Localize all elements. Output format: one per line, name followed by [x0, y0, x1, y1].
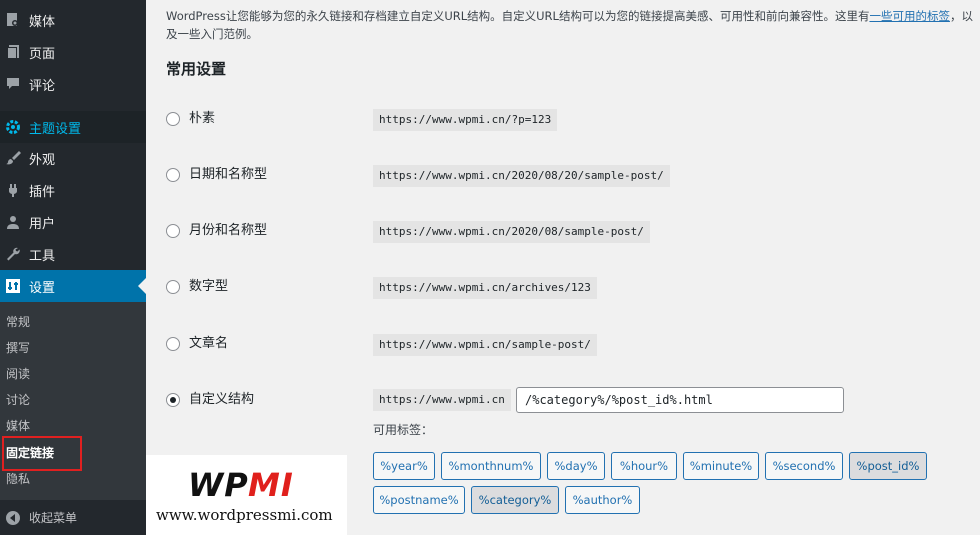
radio-post-name[interactable] [166, 337, 180, 351]
submenu-item-discussion[interactable]: 讨论 [6, 390, 30, 410]
tag-button-day[interactable]: %day% [547, 452, 605, 480]
wrench-icon [4, 245, 22, 263]
submenu-item-writing[interactable]: 撰写 [6, 338, 30, 358]
admin-sidebar: 媒体 页面 评论 主题设置 外观 插件 用户 工具 设置 常规 撰写 阅读 讨论… [0, 0, 146, 535]
intro-text: WordPress让您能够为您的永久链接和存档建立自定义URL结构。自定义URL… [166, 9, 870, 23]
tag-button-minute[interactable]: %minute% [683, 452, 759, 480]
custom-structure-input[interactable]: /%category%/%post_id%.html [516, 387, 844, 413]
submenu-item-general[interactable]: 常规 [6, 312, 30, 332]
tag-button-year[interactable]: %year% [373, 452, 435, 480]
sidebar-item-appearance[interactable]: 外观 [0, 142, 146, 174]
sidebar-item-label: 工具 [29, 248, 56, 264]
brush-icon [4, 149, 22, 167]
tag-button-post-id[interactable]: %post_id% [849, 452, 927, 480]
comment-icon [4, 75, 22, 93]
url-example-numeric: https://www.wpmi.cn/archives/123 [373, 277, 597, 299]
sidebar-item-label: 插件 [29, 184, 56, 200]
tag-button-monthnum[interactable]: %monthnum% [441, 452, 541, 480]
sidebar-item-pages[interactable]: 页面 [0, 36, 146, 68]
radio-day-name[interactable] [166, 168, 180, 182]
sidebar-item-plugins[interactable]: 插件 [0, 174, 146, 206]
submenu-item-reading[interactable]: 阅读 [6, 364, 30, 384]
available-tags-label: 可用标签： [373, 423, 434, 437]
option-label-custom-structure[interactable]: 自定义结构 [189, 391, 254, 409]
svg-text:MI: MI [248, 467, 294, 501]
common-settings-title: 常用设置 [166, 60, 227, 78]
option-label-post-name[interactable]: 文章名 [189, 335, 228, 353]
sidebar-item-label: 设置 [29, 280, 56, 296]
tag-button-hour[interactable]: %hour% [611, 452, 677, 480]
sidebar-item-label: 媒体 [29, 14, 56, 30]
sidebar-item-tools[interactable]: 工具 [0, 238, 146, 270]
wpmi-logo-icon: WP MI [188, 467, 294, 501]
custom-structure-prefix: https://www.wpmi.cn [373, 389, 511, 411]
sidebar-item-theme-settings[interactable]: 主题设置 [0, 111, 146, 143]
option-label-plain[interactable]: 朴素 [189, 110, 215, 128]
settings-icon [4, 277, 22, 295]
url-example-day-name: https://www.wpmi.cn/2020/08/20/sample-po… [373, 165, 670, 187]
sidebar-item-label: 评论 [29, 78, 56, 94]
sidebar-item-users[interactable]: 用户 [0, 206, 146, 238]
collapse-arrow-icon [5, 510, 21, 526]
radio-numeric[interactable] [166, 280, 180, 294]
option-label-numeric[interactable]: 数字型 [189, 278, 228, 296]
option-label-month-name[interactable]: 月份和名称型 [189, 222, 267, 240]
option-label-day-name[interactable]: 日期和名称型 [189, 166, 267, 184]
sidebar-item-label: 主题设置 [29, 121, 82, 137]
permalink-intro-text: WordPress让您能够为您的永久链接和存档建立自定义URL结构。自定义URL… [166, 7, 976, 43]
tag-button-second[interactable]: %second% [765, 452, 843, 480]
submenu-item-media[interactable]: 媒体 [6, 416, 30, 436]
wpmi-watermark: WP MI www.wordpressmi.com [146, 455, 347, 535]
sidebar-item-label: 外观 [29, 152, 56, 168]
permalinks-highlight-box [2, 436, 82, 471]
user-icon [4, 213, 22, 231]
svg-text:WP: WP [188, 467, 249, 501]
tag-button-category[interactable]: %category% [471, 486, 559, 514]
url-example-post-name: https://www.wpmi.cn/sample-post/ [373, 334, 597, 356]
collapse-menu-label: 收起菜单 [29, 511, 78, 525]
collapse-menu-button[interactable]: 收起菜单 [0, 500, 146, 535]
sidebar-item-label: 用户 [29, 216, 56, 232]
url-example-month-name: https://www.wpmi.cn/2020/08/sample-post/ [373, 221, 650, 243]
tag-button-postname[interactable]: %postname% [373, 486, 465, 514]
radio-month-name[interactable] [166, 224, 180, 238]
radio-custom-structure[interactable] [166, 393, 180, 407]
available-tags-link[interactable]: 一些可用的标签 [869, 9, 950, 23]
media-icon [4, 11, 22, 29]
sidebar-item-media[interactable]: 媒体 [0, 4, 146, 36]
submenu-item-privacy[interactable]: 隐私 [6, 469, 30, 489]
radio-plain[interactable] [166, 112, 180, 126]
watermark-url: www.wordpressmi.com [156, 506, 333, 524]
tag-button-author[interactable]: %author% [565, 486, 640, 514]
page-icon [4, 43, 22, 61]
sidebar-item-comments[interactable]: 评论 [0, 68, 146, 100]
url-example-plain: https://www.wpmi.cn/?p=123 [373, 109, 558, 131]
sidebar-item-label: 页面 [29, 46, 56, 62]
sidebar-item-settings[interactable]: 设置 [0, 270, 146, 302]
plugin-icon [4, 181, 22, 199]
gear-icon [4, 118, 22, 136]
